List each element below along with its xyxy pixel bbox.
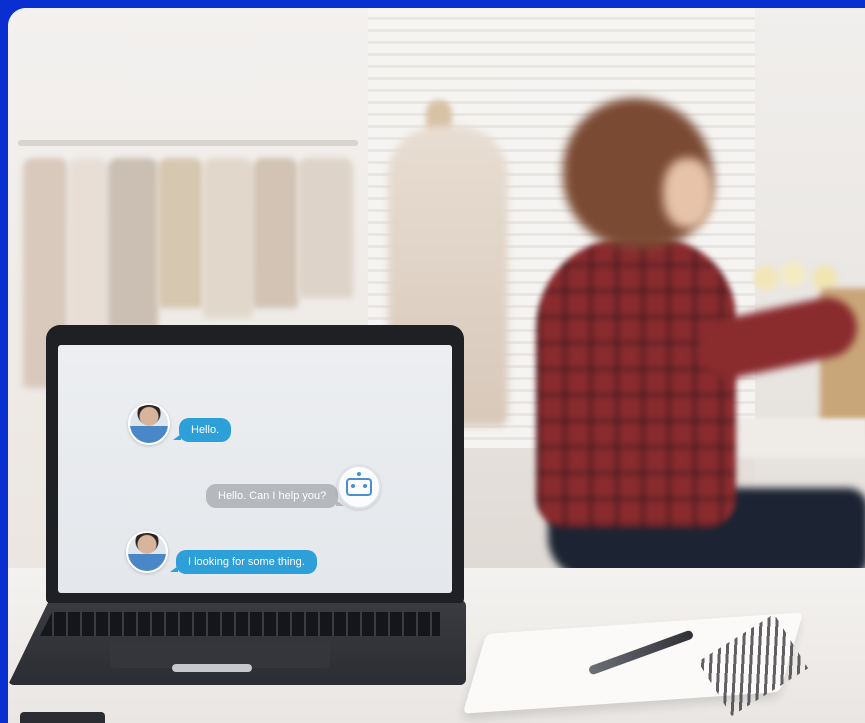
garment xyxy=(253,158,298,308)
garment xyxy=(298,158,353,298)
chat-message-user: Hello. xyxy=(172,418,232,442)
woman-face xyxy=(663,158,713,228)
user-avatar-icon xyxy=(126,531,168,573)
clothing-rack xyxy=(18,140,358,146)
garment xyxy=(108,158,158,328)
user-avatar-icon xyxy=(128,403,170,445)
robot-icon xyxy=(337,465,381,509)
chat-screen: Hello. Hello. Can I help you? I looking … xyxy=(58,345,452,593)
garment xyxy=(158,158,203,308)
robot-head xyxy=(346,478,372,496)
woman-plaid-shirt xyxy=(536,238,736,528)
chat-message-user: I looking for some thing. xyxy=(170,550,317,574)
robot-antenna xyxy=(357,472,361,476)
chat-message-bot: Hello. Can I help you? xyxy=(206,484,345,508)
laptop-keyboard xyxy=(40,612,440,636)
phone xyxy=(20,712,105,723)
garment xyxy=(203,158,253,318)
laptop-front-notch xyxy=(172,664,252,672)
